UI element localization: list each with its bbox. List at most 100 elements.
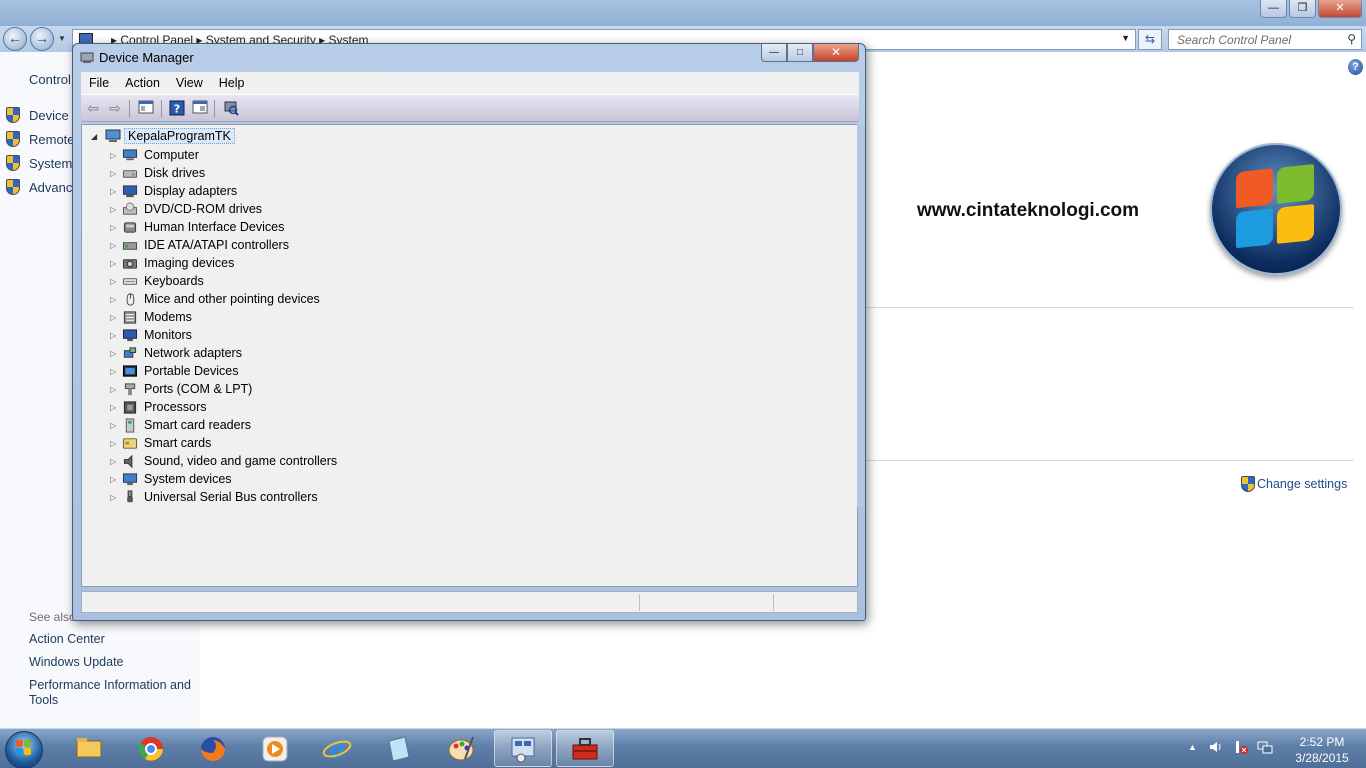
system-clock[interactable]: 2:52 PM 3/28/2015 xyxy=(1282,734,1362,766)
tree-item[interactable]: ▷ Computer xyxy=(110,146,199,164)
taskbar-button-file-explorer[interactable] xyxy=(60,730,118,767)
menu-view[interactable]: View xyxy=(168,76,211,90)
taskbar-button-internet-explorer[interactable]: e xyxy=(308,730,366,767)
help-icon[interactable]: ? xyxy=(1348,59,1363,75)
menu-file[interactable]: File xyxy=(81,76,117,90)
search-input[interactable]: Search Control Panel ⚲ xyxy=(1168,29,1362,50)
tree-item[interactable]: ▷ IDE ATA/ATAPI controllers xyxy=(110,236,289,254)
show-hide-tree-icon[interactable] xyxy=(137,100,155,117)
expand-arrow-icon[interactable]: ▷ xyxy=(110,439,122,448)
address-dropdown-icon[interactable]: ▼ xyxy=(1121,33,1130,43)
expand-arrow-icon[interactable]: ▷ xyxy=(110,313,122,322)
menu-help[interactable]: Help xyxy=(211,76,253,90)
expand-arrow-icon[interactable]: ▷ xyxy=(110,457,122,466)
scan-hardware-icon[interactable] xyxy=(222,100,240,117)
taskbar-button-paint[interactable] xyxy=(432,730,490,767)
tree-item[interactable]: ▷ Modems xyxy=(110,308,192,326)
sidebar-task-remote[interactable]: Remote xyxy=(6,130,75,148)
taskbar-button-control-panel[interactable] xyxy=(494,730,552,767)
tree-item[interactable]: ▷ Mice and other pointing devices xyxy=(110,290,320,308)
sidebar-home-link[interactable]: Control xyxy=(29,72,71,87)
device-manager-window: Device Manager — □ ✕ File Action View He… xyxy=(72,43,866,621)
toolbar-separator xyxy=(214,100,215,118)
network-adapter-icon xyxy=(123,346,137,358)
volume-icon[interactable] xyxy=(1208,739,1224,755)
tree-item[interactable]: ▷ Network adapters xyxy=(110,344,242,362)
taskbar-button-notepad[interactable] xyxy=(370,730,428,767)
expand-arrow-icon[interactable]: ▷ xyxy=(110,169,122,178)
tree-item[interactable]: ▷ Smart cards xyxy=(110,434,211,452)
tree-item[interactable]: ▷ Keyboards xyxy=(110,272,204,290)
expand-arrow-icon[interactable]: ▷ xyxy=(110,295,122,304)
change-settings-link[interactable]: Change settings xyxy=(1241,476,1347,492)
menu-action[interactable]: Action xyxy=(117,76,168,90)
tree-item-label: Human Interface Devices xyxy=(144,220,285,234)
network-icon[interactable] xyxy=(1257,739,1273,755)
forward-button[interactable]: → xyxy=(30,27,54,51)
forward-icon[interactable]: ⇨ xyxy=(106,100,124,117)
tree-item-label: Disk drives xyxy=(144,166,206,180)
tree-item[interactable]: ▷ Smart card readers xyxy=(110,416,251,434)
back-icon[interactable]: ⇦ xyxy=(84,100,102,117)
taskbar-button-media-player[interactable] xyxy=(246,730,304,767)
expand-arrow-icon[interactable]: ▷ xyxy=(110,277,122,286)
sidebar-task-advanced[interactable]: Advanc xyxy=(6,178,72,196)
sidebar-task-system-protection[interactable]: System xyxy=(6,154,72,172)
maximize-button[interactable]: □ xyxy=(787,44,813,62)
taskbar-button-toolbox[interactable] xyxy=(556,730,614,767)
status-bar xyxy=(81,591,858,613)
ide-controller-icon xyxy=(122,241,138,250)
tree-item[interactable]: ▷ Processors xyxy=(110,398,207,416)
expand-arrow-icon[interactable]: ▷ xyxy=(110,259,122,268)
tree-item[interactable]: ▷ Disk drives xyxy=(110,164,205,182)
collapse-arrow-icon[interactable]: ◢ xyxy=(91,132,105,141)
close-button[interactable]: ✕ xyxy=(1318,0,1362,18)
expand-arrow-icon[interactable]: ▷ xyxy=(110,205,122,214)
expand-arrow-icon[interactable]: ▷ xyxy=(110,493,122,502)
close-button[interactable]: ✕ xyxy=(813,44,859,62)
see-also-heading: See also xyxy=(29,610,76,624)
help-icon[interactable]: ? xyxy=(168,100,186,117)
search-icon[interactable]: ⚲ xyxy=(1347,32,1356,46)
taskbar-button-firefox[interactable] xyxy=(184,730,242,767)
paint-icon xyxy=(448,736,474,760)
maximize-button[interactable]: ❐ xyxy=(1289,0,1316,18)
taskbar-button-chrome[interactable] xyxy=(122,730,180,767)
expand-arrow-icon[interactable]: ▷ xyxy=(110,349,122,358)
tree-item[interactable]: ▷ Imaging devices xyxy=(110,254,234,272)
tree-item[interactable]: ▷ Human Interface Devices xyxy=(110,218,284,236)
tree-item[interactable]: ▷ System devices xyxy=(110,470,232,488)
expand-arrow-icon[interactable]: ▷ xyxy=(110,223,122,232)
tree-item[interactable]: ▷ Universal Serial Bus controllers xyxy=(110,488,318,506)
back-button[interactable]: ← xyxy=(3,27,27,51)
minimize-button[interactable]: — xyxy=(1260,0,1287,18)
expand-arrow-icon[interactable]: ▷ xyxy=(110,475,122,484)
recent-pages-dropdown[interactable]: ▼ xyxy=(58,34,66,43)
expand-arrow-icon[interactable]: ▷ xyxy=(110,331,122,340)
keyboard-icon xyxy=(122,277,138,285)
expand-arrow-icon[interactable]: ▷ xyxy=(110,367,122,376)
expand-arrow-icon[interactable]: ▷ xyxy=(110,241,122,250)
performance-info-link[interactable]: Performance Information and Tools xyxy=(29,678,194,708)
expand-arrow-icon[interactable]: ▷ xyxy=(110,151,122,160)
expand-arrow-icon[interactable]: ▷ xyxy=(110,187,122,196)
expand-arrow-icon[interactable]: ▷ xyxy=(110,403,122,412)
tree-item[interactable]: ▷ Display adapters xyxy=(110,182,237,200)
tree-root-node[interactable]: ◢ KepalaProgramTK xyxy=(91,128,235,144)
tree-item[interactable]: ▷ Monitors xyxy=(110,326,192,344)
windows-update-link[interactable]: Windows Update xyxy=(29,655,194,670)
tree-item-label: IDE ATA/ATAPI controllers xyxy=(144,238,289,252)
expand-arrow-icon[interactable]: ▷ xyxy=(110,421,122,430)
refresh-button[interactable]: ⇆ xyxy=(1138,29,1162,50)
tree-item[interactable]: ▷ Ports (COM & LPT) xyxy=(110,380,252,398)
properties-icon[interactable] xyxy=(191,100,209,117)
window-title: Device Manager xyxy=(99,50,194,65)
action-center-link[interactable]: Action Center xyxy=(29,632,194,647)
minimize-button[interactable]: — xyxy=(761,44,787,62)
action-center-icon[interactable] xyxy=(1233,739,1249,755)
expand-arrow-icon[interactable]: ▷ xyxy=(110,385,122,394)
tree-item[interactable]: ▷ Portable Devices xyxy=(110,362,239,380)
tree-item[interactable]: ▷ DVD/CD-ROM drives xyxy=(110,200,262,218)
tree-item[interactable]: ▷ Sound, video and game controllers xyxy=(110,452,337,470)
show-hidden-icons-button[interactable]: ▲ xyxy=(1188,742,1197,752)
